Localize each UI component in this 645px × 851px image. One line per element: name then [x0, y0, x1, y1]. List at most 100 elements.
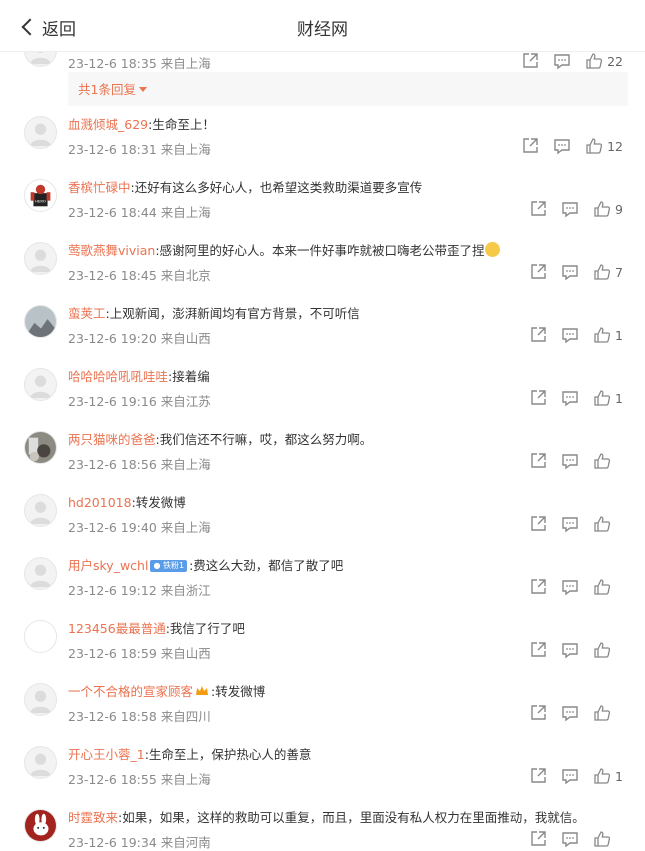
avatar[interactable] — [24, 683, 57, 716]
comment-item: hd201018:转发微博 23-12-6 19:40 来自上海 — [0, 494, 645, 557]
comment-text: :还好有这么多好心人，也希望这类救助渠道要多宣传 — [130, 180, 423, 195]
username-link[interactable]: 两只猫咪的爸爸 — [68, 432, 156, 447]
comment-text: :我信了行了吧 — [165, 621, 245, 636]
comment-item: 时霆致来:如果，如果，这样的救助可以重复，而且，里面没有私人权力在里面推动，我就… — [0, 809, 645, 851]
username-link[interactable]: 蛮荚工 — [68, 306, 106, 321]
comment-item: 两只猫咪的爸爸:我们信还不行嘛，哎，都这么努力啊。 23-12-6 18:56 来… — [0, 431, 645, 494]
comment-icon[interactable] — [561, 515, 579, 533]
like-count: 7 — [615, 264, 623, 280]
comment-actions — [515, 704, 623, 722]
comment-meta: 23-12-6 18:59 来自山西 — [68, 646, 211, 661]
avatar[interactable] — [24, 809, 57, 842]
comment-icon[interactable] — [561, 704, 579, 722]
share-icon[interactable] — [529, 200, 547, 218]
caret-down-icon — [138, 87, 147, 92]
comment-meta: 23-12-6 19:40 来自上海 — [68, 520, 211, 535]
like-count: 22 — [607, 53, 623, 69]
avatar[interactable] — [24, 494, 57, 527]
comment-icon[interactable] — [561, 578, 579, 596]
comment-icon[interactable] — [561, 767, 579, 785]
avatar[interactable]: HERO — [24, 179, 57, 212]
like-icon[interactable] — [593, 830, 611, 848]
avatar[interactable] — [24, 557, 57, 590]
username-link[interactable]: 开心王小蓉_1 — [68, 747, 145, 762]
comment-text: :转发微博 — [211, 684, 266, 699]
share-icon[interactable] — [529, 767, 547, 785]
comment-icon[interactable] — [561, 641, 579, 659]
avatar[interactable] — [24, 620, 57, 653]
username-link[interactable]: 香槟忙碌中 — [68, 180, 131, 195]
comment-actions: 22 — [507, 52, 623, 70]
comment-icon[interactable] — [561, 263, 579, 281]
like-icon[interactable] — [593, 767, 611, 785]
comment-actions: 1 — [515, 389, 623, 407]
comment-meta: 23-12-6 19:12 来自浙江 — [68, 583, 211, 598]
username-link[interactable]: hd201018 — [68, 495, 132, 510]
comment-actions — [515, 578, 623, 596]
like-icon[interactable] — [593, 452, 611, 470]
share-icon[interactable] — [521, 52, 539, 70]
share-icon[interactable] — [529, 515, 547, 533]
like-icon[interactable] — [585, 52, 603, 70]
comment-icon[interactable] — [561, 452, 579, 470]
comment-item: 血溅倾城_629:生命至上！ 23-12-6 18:31 来自上海 12 — [0, 116, 645, 179]
username-link[interactable]: 时霆致来 — [68, 810, 118, 825]
crown-icon — [195, 684, 209, 696]
comment-text: :如果，如果，这样的救助可以重复，而且，里面没有私人权力在里面推动，我就信。 — [118, 810, 585, 825]
share-icon[interactable] — [529, 389, 547, 407]
comment-body: 蛮荚工:上观新闻，澎湃新闻均有官方背景，不可听信 — [68, 305, 633, 323]
share-icon[interactable] — [521, 137, 539, 155]
username-link[interactable]: 血溅倾城_629 — [68, 117, 148, 132]
comment-text: :生命至上，保护热心人的善意 — [144, 747, 312, 762]
comment-item: 用户sky_wchl ● 铁粉1:费这么大劲，都信了散了吧 23-12-6 19:1… — [0, 557, 645, 620]
like-icon[interactable] — [593, 389, 611, 407]
avatar[interactable] — [24, 242, 57, 275]
share-icon[interactable] — [529, 830, 547, 848]
comment-icon[interactable] — [553, 52, 571, 70]
comment-actions: 12 — [507, 137, 623, 155]
share-icon[interactable] — [529, 641, 547, 659]
comment-body: hd201018:转发微博 — [68, 494, 633, 512]
avatar[interactable] — [24, 431, 57, 464]
share-icon[interactable] — [529, 326, 547, 344]
comment-icon[interactable] — [561, 389, 579, 407]
comment-actions — [515, 830, 623, 848]
share-icon[interactable] — [529, 704, 547, 722]
like-icon[interactable] — [593, 263, 611, 281]
like-icon[interactable] — [585, 137, 603, 155]
comment-item: 蛮荚工:上观新闻，澎湃新闻均有官方背景，不可听信 23-12-6 19:20 来自… — [0, 305, 645, 368]
comment-item: 莺歌燕舞vivian:感谢阿里的好心人。本来一件好事咋就被口嗨老公带歪了捏 23-… — [0, 242, 645, 305]
username-link[interactable]: 用户sky_wchl — [68, 558, 148, 573]
top-navigation-bar: 返回 财经网 — [0, 0, 645, 52]
like-icon[interactable] — [593, 326, 611, 344]
like-icon[interactable] — [593, 704, 611, 722]
comment-icon[interactable] — [553, 137, 571, 155]
avatar[interactable] — [24, 746, 57, 779]
comment-body: 两只猫咪的爸爸:我们信还不行嘛，哎，都这么努力啊。 — [68, 431, 633, 449]
comment-icon[interactable] — [561, 830, 579, 848]
share-icon[interactable] — [529, 263, 547, 281]
like-icon[interactable] — [593, 200, 611, 218]
expand-replies-button[interactable]: 共1条回复 — [68, 75, 628, 105]
share-icon[interactable] — [529, 578, 547, 596]
comment-icon[interactable] — [561, 200, 579, 218]
like-icon[interactable] — [593, 515, 611, 533]
comment-meta: 23-12-6 19:34 来自河南 — [68, 835, 211, 850]
comment-icon[interactable] — [561, 326, 579, 344]
comment-meta: 23-12-6 18:35 来自上海 — [68, 56, 211, 71]
share-icon[interactable] — [529, 452, 547, 470]
avatar[interactable] — [24, 305, 57, 338]
comment-body: 香槟忙碌中:还好有这么多好心人，也希望这类救助渠道要多宣传 — [68, 179, 633, 197]
comment-body: 用户sky_wchl ● 铁粉1:费这么大劲，都信了散了吧 — [68, 557, 633, 575]
comment-meta: 23-12-6 18:58 来自四川 — [68, 709, 211, 724]
username-link[interactable]: 哈哈哈哈吼吼哇哇 — [68, 369, 168, 384]
username-link[interactable]: 莺歌燕舞vivian — [68, 243, 155, 258]
username-link[interactable]: 123456最最普通 — [68, 621, 166, 636]
comment-actions — [515, 641, 623, 659]
comment-meta: 23-12-6 18:45 来自北京 — [68, 268, 211, 283]
username-link[interactable]: 一个不合格的宣家顾客 — [68, 684, 193, 699]
like-icon[interactable] — [593, 641, 611, 659]
like-icon[interactable] — [593, 578, 611, 596]
avatar[interactable] — [24, 116, 57, 149]
avatar[interactable] — [24, 368, 57, 401]
